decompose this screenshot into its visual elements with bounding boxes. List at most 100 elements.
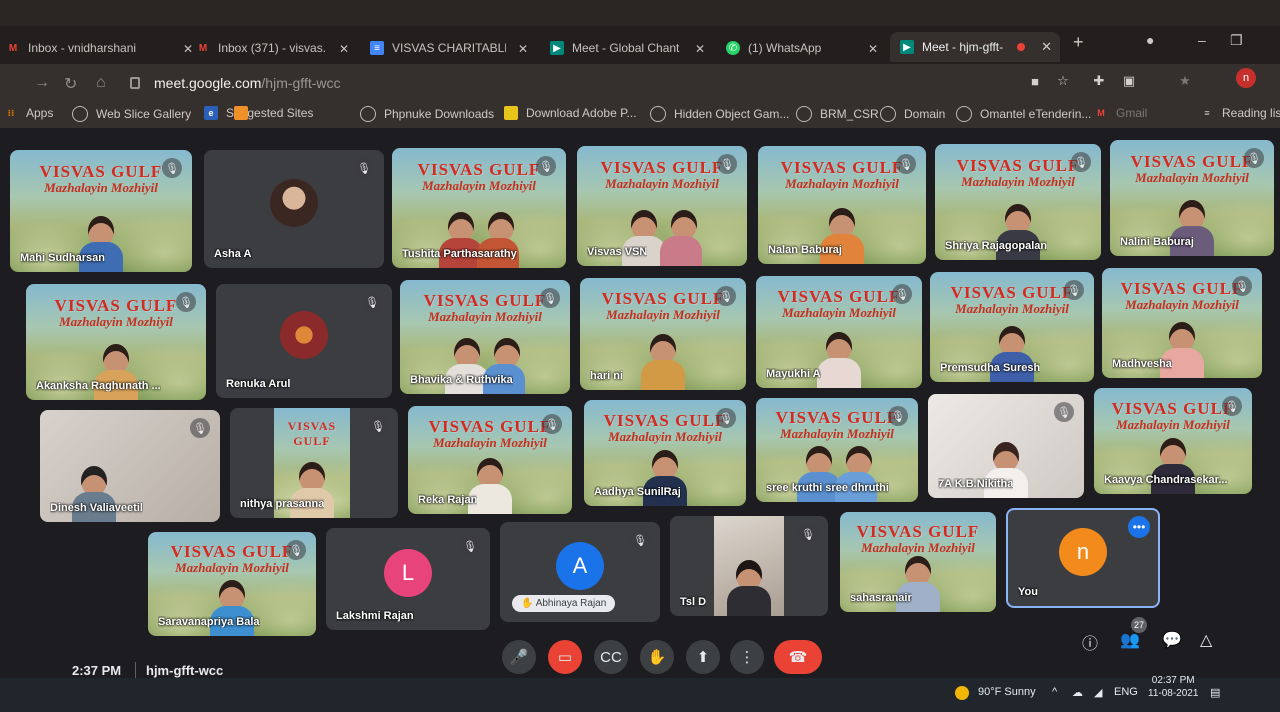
bookmark-brm-csr[interactable]: BRM_CSR <box>796 106 879 122</box>
participant-tile[interactable]: VISVAS GULF Mazhalayin Mozhiyil 🎙 Shriya … <box>935 144 1101 260</box>
banner-subtitle: Mazhalayin Mozhiyil <box>1125 297 1239 312</box>
participant-tile[interactable]: VISVAS GULF 🎙 nithya prasanna <box>230 408 398 518</box>
participant-tile[interactable]: VISVAS GULF Mazhalayin Mozhiyil 🎙 sree kr… <box>756 398 918 502</box>
participant-tile[interactable]: VISVAS GULF Mazhalayin Mozhiyil sahasrana… <box>840 512 996 612</box>
bookmark-phpnuke[interactable]: Phpnuke Downloads <box>360 106 494 122</box>
participant-tile[interactable]: VISVAS GULF Mazhalayin Mozhiyil 🎙 hari ni <box>580 278 746 390</box>
participant-tile[interactable]: VISVAS GULF Mazhalayin Mozhiyil 🎙 Premsud… <box>930 272 1094 382</box>
meeting-details-icon[interactable]: ⓘ <box>1082 630 1098 654</box>
banner-subtitle: Mazhalayin Mozhiyil <box>780 426 894 442</box>
participant-tile[interactable]: VISVAS GULF Mazhalayin Mozhiyil 🎙 Reka Ra… <box>408 406 572 514</box>
more-options-icon[interactable]: ••• <box>1128 516 1150 538</box>
profile-avatar[interactable]: n <box>1236 68 1256 88</box>
participant-tile[interactable]: VISVAS GULF Mazhalayin Mozhiyil 🎙 Visvas … <box>577 146 747 266</box>
bookmark-label: Gmail <box>1116 106 1148 120</box>
taskbar-clock[interactable]: 02:37 PM 11-08-2021 <box>1148 674 1198 700</box>
activities-icon[interactable]: △ <box>1200 630 1212 650</box>
participant-tile[interactable]: VISVAS GULF Mazhalayin Mozhiyil 🎙 Nalan B… <box>758 146 926 264</box>
language-indicator[interactable]: ENG <box>1114 686 1138 698</box>
participant-tile[interactable]: VISVAS GULF Mazhalayin Mozhiyil 🎙 Saravan… <box>148 532 316 636</box>
mic-off-icon: 🎙 <box>1071 152 1091 172</box>
bookmark-gmail[interactable]: M Gmail <box>1094 106 1147 120</box>
chat-icon[interactable]: 💬 <box>1162 630 1182 650</box>
home-icon[interactable]: ⌂ <box>96 74 106 92</box>
raise-hand-button[interactable]: ✋ <box>640 640 674 674</box>
bookmark-domain[interactable]: Domain <box>880 106 945 122</box>
bookmark-hidden-object[interactable]: Hidden Object Gam... <box>650 106 789 122</box>
present-screen-button[interactable]: ⬆ <box>686 640 720 674</box>
participant-tile[interactable]: VISVAS GULF Mazhalayin Mozhiyil 🎙 Madhves… <box>1102 268 1262 378</box>
close-tab-icon[interactable]: ✕ <box>183 37 195 61</box>
participant-tile[interactable]: 🎙 Asha A <box>204 150 384 268</box>
tray-chevron-icon[interactable]: ^ <box>1052 686 1057 698</box>
close-tab-icon[interactable]: ✕ <box>518 37 530 61</box>
participant-tile[interactable]: 🎙 Dinesh Valiaveetil <box>40 410 220 522</box>
camera-in-use-icon[interactable]: ■ <box>1026 72 1044 90</box>
participant-tile[interactable]: VISVAS GULF Mazhalayin Mozhiyil 🎙 Tushita… <box>392 148 566 268</box>
tab-search-icon[interactable]: ▣ <box>1120 72 1138 90</box>
participant-tile[interactable]: VISVAS GULF Mazhalayin Mozhiyil 🎙 Kaavya … <box>1094 388 1252 494</box>
reload-icon[interactable]: ↻ <box>64 74 77 94</box>
banner: VISVAS GULF <box>274 419 350 449</box>
bookmark-web-slice[interactable]: Web Slice Gallery <box>72 106 191 122</box>
bookmark-adobe[interactable]: Download Adobe P... <box>504 106 637 120</box>
participant-tile[interactable]: VISVAS GULF Mazhalayin Mozhiyil 🎙 Nalini … <box>1110 140 1274 256</box>
mic-off-icon: 🎙 <box>354 158 374 178</box>
bookmarks-bar: ⁝⁝ Apps Web Slice Gallery e Suggested Site… <box>0 100 1280 128</box>
bookmark-orange[interactable] <box>234 106 256 120</box>
tab-inbox-2[interactable]: M Inbox (371) - visvas. <box>196 36 336 60</box>
close-tab-icon[interactable]: ✕ <box>339 37 351 61</box>
weather-text[interactable]: 90°F Sunny <box>978 686 1036 698</box>
tab-inbox-1[interactable]: M Inbox - vnidharshani <box>6 36 164 60</box>
reading-list[interactable]: ≡ Reading list <box>1200 106 1280 120</box>
people-icon[interactable]: 👥 <box>1120 630 1140 650</box>
globe-icon <box>796 106 812 122</box>
minimize-icon[interactable]: – <box>1198 32 1206 48</box>
participant-name: sahasranair <box>850 592 912 604</box>
bookmark-suggested-sites[interactable]: e Suggested Sites <box>204 106 313 120</box>
participant-tile[interactable]: L 🎙 Lakshmi Rajan <box>326 528 490 630</box>
tab-visvas-charitable[interactable]: ≡ VISVAS CHARITABLE <box>370 36 506 60</box>
tab-meet-active[interactable]: ▶ Meet - hjm-gfft- ✕ <box>890 32 1060 62</box>
participant-tile[interactable]: 🎙 7A K.B.Nikitha <box>928 394 1084 498</box>
leave-call-button[interactable]: ☎ <box>774 640 822 674</box>
network-icon[interactable]: ◢ <box>1094 686 1102 699</box>
close-tab-icon[interactable]: ✕ <box>695 37 707 61</box>
camera-off-button[interactable]: ▭ <box>548 640 582 674</box>
banner-subtitle: Mazhalayin Mozhiyil <box>961 173 1075 189</box>
bookmark-omantel[interactable]: Omantel eTenderin... <box>956 106 1091 122</box>
participant-tile[interactable]: VISVAS GULF Mazhalayin Mozhiyil 🎙 Aadhya … <box>584 400 746 506</box>
profile-menu-icon[interactable]: ● <box>1146 32 1154 48</box>
captions-button[interactable]: CC <box>594 640 628 674</box>
mic-off-icon: 🎙 <box>1232 276 1252 296</box>
participant-figure <box>727 560 771 616</box>
new-tab-icon[interactable]: + <box>1073 32 1084 53</box>
notification-icon[interactable]: ▤ <box>1210 686 1220 699</box>
participant-tile[interactable]: 🎙 Renuka Arul <box>216 284 392 398</box>
mic-off-icon: 🎙 <box>888 406 908 426</box>
close-tab-icon[interactable]: ✕ <box>868 37 880 61</box>
hand-icon: ✋ <box>521 598 536 609</box>
participant-tile[interactable]: VISVAS GULF Mazhalayin Mozhiyil 🎙 Mahi Su… <box>10 150 192 272</box>
participant-tile[interactable]: 🎙 Tsl D <box>670 516 828 616</box>
bookmark-apps[interactable]: ⁝⁝ Apps <box>4 106 54 120</box>
tab-meet-global-chant[interactable]: ▶ Meet - Global Chant <box>550 36 682 60</box>
tab-whatsapp[interactable]: ✆ (1) WhatsApp <box>726 36 856 60</box>
more-options-button[interactable]: ⋮ <box>730 640 764 674</box>
self-tile[interactable]: n ••• You <box>1006 508 1160 608</box>
back-icon[interactable]: → <box>34 74 50 92</box>
participant-tile[interactable]: VISVAS GULF Mazhalayin Mozhiyil 🎙 Mayukhi… <box>756 276 922 388</box>
close-tab-icon[interactable]: ✕ <box>1041 39 1052 55</box>
cloud-icon[interactable]: ☁ <box>1072 686 1083 699</box>
mic-toggle-button[interactable]: 🎤 <box>502 640 536 674</box>
mic-off-icon: 🎙 <box>630 530 650 550</box>
participant-tile[interactable]: A 🎙 ✋ Abhinaya Rajan <box>500 522 660 622</box>
restore-icon[interactable]: ❐ <box>1230 32 1243 49</box>
extensions-icon[interactable]: ✚ <box>1090 72 1108 90</box>
star-icon[interactable]: ☆ <box>1054 72 1072 90</box>
collections-icon[interactable]: ★ <box>1176 72 1194 90</box>
participant-tile[interactable]: VISVAS GULF Mazhalayin Mozhiyil 🎙 Bhavika… <box>400 280 570 394</box>
participant-tile[interactable]: VISVAS GULF Mazhalayin Mozhiyil 🎙 Akanksh… <box>26 284 206 400</box>
divider <box>135 662 136 678</box>
globe-icon <box>72 106 88 122</box>
